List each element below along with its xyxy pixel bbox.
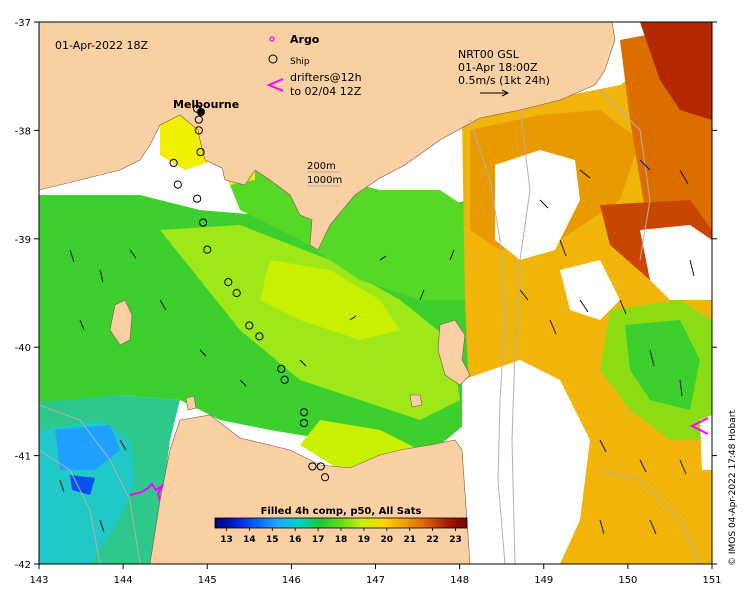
x-tick-label: 150 — [618, 575, 637, 586]
ship-label: Ship — [290, 57, 310, 67]
depth-200-label: 200m — [307, 161, 336, 172]
y-tick-label: -40 — [15, 343, 31, 354]
x-tick-label: 147 — [366, 575, 385, 586]
colorbar-tick-label: 17 — [312, 535, 325, 545]
y-tick-label: -37 — [15, 18, 31, 29]
y-tick-label: -41 — [15, 452, 31, 463]
product-name: NRT00 GSL — [458, 48, 520, 61]
sst-map: 143 144 145 146 147 148 149 150 151 -37 -38 -39 -40… — [15, 18, 722, 586]
x-tick-label: 146 — [282, 575, 301, 586]
colorbar-bar — [214, 517, 468, 529]
colorbar-tick-label: 21 — [403, 535, 416, 545]
colorbar-tick-label: 18 — [335, 535, 348, 545]
x-tick-label: 143 — [29, 575, 48, 586]
credit-label: © IMOS 04-Apr-2022 17:48 Hobart — [728, 410, 738, 566]
colorbar-tick-label: 23 — [449, 535, 462, 545]
x-tick-label: 151 — [702, 575, 721, 586]
colorbar-tick-label: 19 — [358, 535, 371, 545]
colorbar-tick-label: 20 — [381, 535, 394, 545]
drifter-label-1: drifters@12h — [290, 71, 362, 84]
timestamp-label: 01-Apr-2022 18Z — [55, 39, 149, 52]
depth-1000-label: 1000m — [307, 175, 342, 186]
x-tick-label: 145 — [198, 575, 217, 586]
x-tick-label: 148 — [450, 575, 469, 586]
product-time: 01-Apr 18:00Z — [458, 61, 538, 74]
colorbar-tick-label: 16 — [289, 535, 302, 545]
colorbar-title: Filled 4h comp, p50, All Sats — [261, 506, 422, 517]
city-label: Melbourne — [173, 98, 239, 111]
colorbar-tick-label: 13 — [220, 535, 233, 545]
small-island-2 — [409, 394, 423, 408]
colorbar-tick-label: 15 — [266, 535, 279, 545]
x-tick-label: 149 — [534, 575, 553, 586]
argo-label: Argo — [290, 33, 320, 46]
drifter-label-2: to 02/04 12Z — [290, 85, 362, 98]
x-tick-label: 144 — [114, 575, 133, 586]
speed-scale-label: 0.5m/s (1kt 24h) — [458, 74, 550, 87]
colorbar-tick-label: 22 — [426, 535, 439, 545]
x-axis: 143 144 145 146 147 148 149 150 151 — [29, 564, 722, 586]
small-island-1 — [185, 395, 197, 411]
y-tick-label: -42 — [15, 560, 31, 571]
colorbar-tick-label: 14 — [243, 535, 256, 545]
y-tick-label: -39 — [15, 235, 31, 246]
y-tick-label: -38 — [15, 126, 31, 137]
